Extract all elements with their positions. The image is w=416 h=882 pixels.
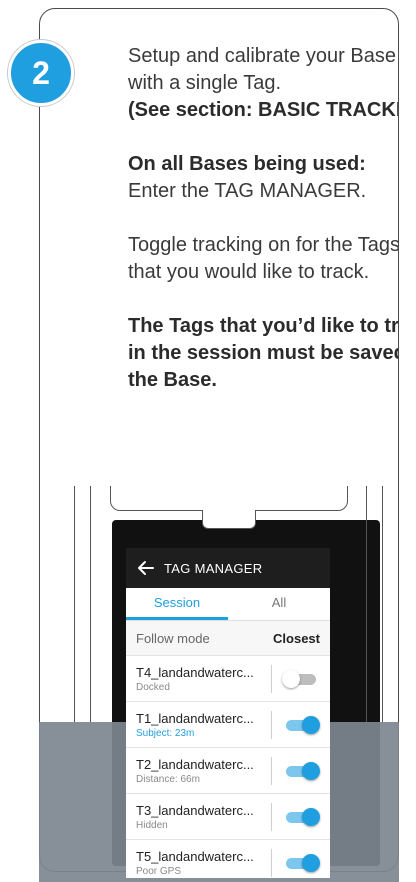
tag-name: T3_landandwaterc...	[136, 802, 254, 818]
row-divider	[271, 848, 272, 877]
tracking-toggle[interactable]	[282, 669, 320, 688]
tag-row[interactable]: T5_landandwaterc... Poor GPS	[126, 840, 330, 878]
screen-title: TAG MANAGER	[164, 560, 263, 576]
follow-mode-row[interactable]: Follow mode Closest	[126, 621, 330, 656]
row-divider	[271, 664, 272, 693]
toggle-line-2: that you would like to track.	[128, 261, 370, 283]
app-top-bar: TAG MANAGER	[126, 548, 330, 588]
note-line-1: The Tags that you’d like to track	[128, 315, 399, 337]
frame-line	[366, 486, 367, 722]
tracking-toggle[interactable]	[282, 715, 320, 734]
tab-all[interactable]: All	[228, 588, 330, 620]
see-section-note: (See section: BASIC TRACKING)	[128, 99, 398, 121]
phone-screen: TAG MANAGER Session All Follow mode Clos…	[126, 548, 330, 878]
follow-mode-value[interactable]: Closest	[273, 631, 320, 646]
tag-status: Docked	[136, 681, 170, 693]
tag-name: T2_landandwaterc...	[136, 756, 254, 772]
enter-manager-line: Enter the TAG MANAGER.	[128, 180, 367, 202]
setup-line-1: Setup and calibrate your Base	[128, 45, 396, 67]
tag-row[interactable]: T1_landandwaterc... Subject: 23m	[126, 702, 330, 748]
setup-line-2: with a single Tag.	[128, 72, 282, 94]
bases-heading: On all Bases being used:	[128, 153, 366, 175]
row-divider	[271, 756, 272, 785]
instructions-text: Setup and calibrate your Base with a sin…	[128, 43, 399, 394]
tab-bar: Session All	[126, 588, 330, 621]
tag-status: Hidden	[136, 819, 168, 831]
tag-row[interactable]: T3_landandwaterc... Hidden	[126, 794, 330, 840]
tracking-toggle[interactable]	[282, 807, 320, 826]
tab-session[interactable]: Session	[126, 588, 228, 620]
arrow-left-icon[interactable]	[136, 558, 156, 578]
tracking-toggle[interactable]	[282, 761, 320, 780]
toggle-line-1: Toggle tracking on for the Tags	[128, 234, 399, 256]
note-line-2: in the session must be saved to	[128, 342, 398, 364]
tag-row[interactable]: T2_landandwaterc... Distance: 66m	[126, 748, 330, 794]
tag-status: Subject: 23m	[136, 727, 195, 739]
tag-name: T5_landandwaterc...	[136, 848, 254, 864]
tag-row[interactable]: T4_landandwaterc... Docked	[126, 656, 330, 702]
mount-bracket	[110, 486, 348, 511]
note-line-3: the Base.	[128, 369, 217, 391]
follow-mode-label: Follow mode	[136, 630, 210, 646]
tag-status: Distance: 66m	[136, 773, 200, 785]
row-divider	[271, 802, 272, 831]
row-divider	[271, 710, 272, 739]
tag-name: T4_landandwaterc...	[136, 664, 254, 680]
tag-status: Poor GPS	[136, 865, 182, 877]
frame-line	[74, 486, 75, 722]
frame-line	[90, 486, 91, 722]
step-number-badge: 2	[8, 40, 74, 106]
tracking-toggle[interactable]	[282, 853, 320, 872]
frame-line	[382, 486, 383, 722]
mount-clip	[202, 510, 256, 529]
tag-name: T1_landandwaterc...	[136, 710, 254, 726]
